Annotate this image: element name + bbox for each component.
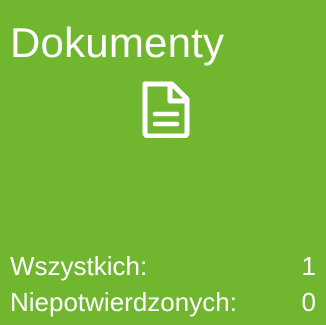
tile-title: Dokumenty xyxy=(10,19,225,66)
stat-label-all: Wszystkich: xyxy=(10,251,148,281)
stat-value-unconfirmed: 0 xyxy=(301,287,316,317)
stat-value-all: 1 xyxy=(301,251,316,281)
stat-row-unconfirmed: Niepotwierdzonych: 0 xyxy=(10,284,316,320)
stat-row-all: Wszystkich: 1 xyxy=(10,248,316,284)
stat-label-unconfirmed: Niepotwierdzonych: xyxy=(10,287,237,317)
documents-tile[interactable]: Dokumenty Wszystkich: 1 Niepotwierdzonyc… xyxy=(0,0,326,325)
document-icon xyxy=(139,80,193,138)
